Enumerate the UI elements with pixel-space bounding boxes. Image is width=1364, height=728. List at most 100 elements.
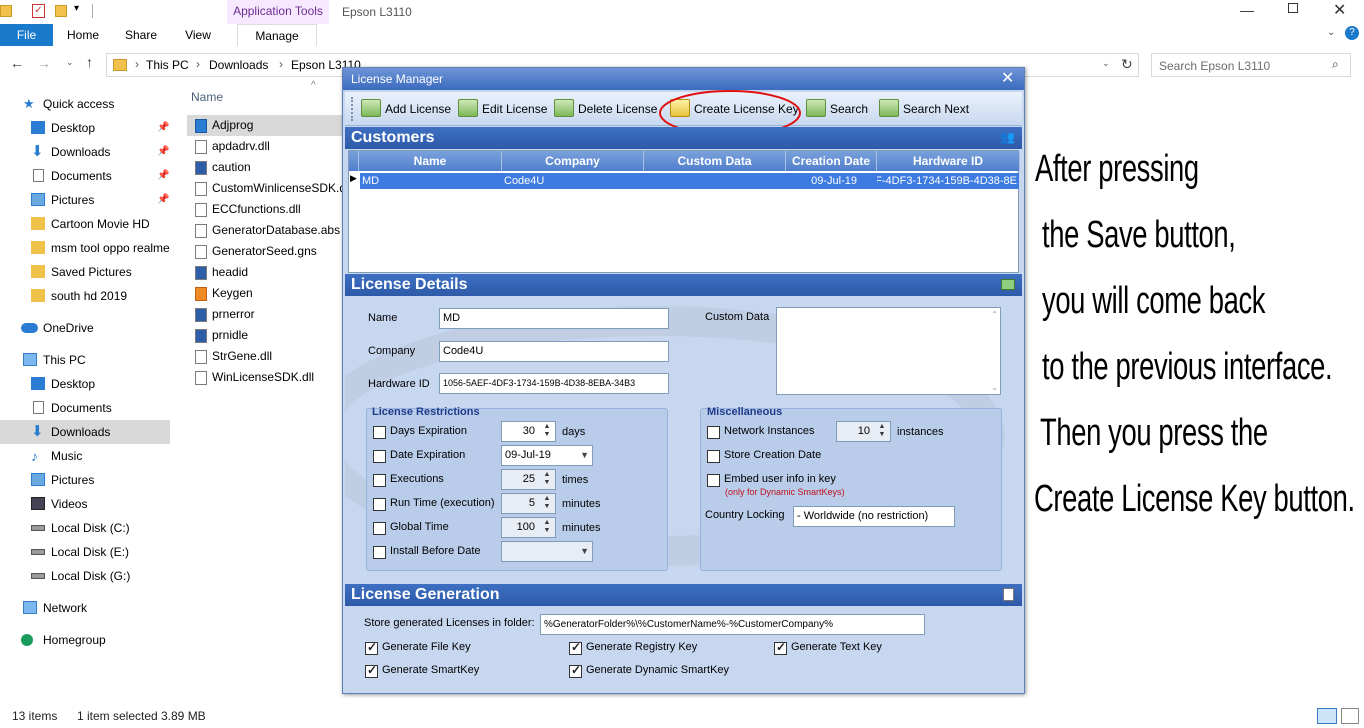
nav-this-pc[interactable]: This PC [0, 348, 170, 372]
spin-arrows-icon[interactable]: ▲ ▼ [541, 423, 553, 440]
col-creation-date[interactable]: Creation Date [786, 151, 877, 171]
cell-hardware-id[interactable]: EF-4DF3-1734-159B-4D38-8E [877, 173, 1019, 189]
nav-onedrive[interactable]: OneDrive [0, 316, 170, 340]
nav-documents[interactable]: Documents 📌 [0, 164, 170, 188]
file-item[interactable]: Adjprog [187, 115, 347, 136]
minimize-button[interactable]: — [1240, 2, 1254, 18]
file-item[interactable]: headid [187, 262, 347, 283]
file-item[interactable]: StrGene.dll [187, 346, 347, 367]
nav-saved-pictures[interactable]: Saved Pictures [0, 260, 170, 284]
search-icon[interactable]: ⌕ [1332, 57, 1339, 72]
days-expiration-spinner[interactable]: 30 ▲ ▼ [501, 421, 556, 442]
cell-company[interactable]: Code4U [502, 173, 644, 189]
file-item[interactable]: GeneratorSeed.gns [187, 241, 347, 262]
tab-home[interactable]: Home [60, 24, 106, 46]
close-icon[interactable]: ✕ [1001, 68, 1014, 90]
generate-text-key-checkbox[interactable] [774, 640, 787, 655]
up-icon[interactable]: ↑ [86, 54, 93, 70]
nav-pc-documents[interactable]: Documents [0, 396, 170, 420]
install-before-checkbox[interactable] [373, 546, 386, 559]
delete-license-button[interactable]: Delete License [554, 98, 657, 120]
file-item[interactable]: WinLicenseSDK.dll [187, 367, 347, 388]
nav-pc-videos[interactable]: Videos [0, 492, 170, 516]
spin-arrows-icon[interactable]: ▲ ▼ [541, 495, 553, 512]
generate-registry-key-checkbox[interactable] [569, 640, 582, 655]
customers-grid[interactable]: Name Company Custom Data Creation Date H… [348, 150, 1020, 273]
company-field[interactable]: Code4U [439, 341, 669, 362]
cell-custom-data[interactable] [644, 173, 786, 189]
expand-ribbon-icon[interactable]: ⌄ [1327, 27, 1335, 38]
executions-checkbox[interactable] [373, 474, 386, 487]
generate-smartkey-checkbox[interactable] [365, 663, 378, 678]
file-item[interactable]: prnerror [187, 304, 347, 325]
file-item[interactable]: GeneratorDatabase.abs [187, 220, 347, 241]
tab-manage[interactable]: Manage [237, 24, 317, 46]
country-locking-field[interactable]: - Worldwide (no restriction) [793, 506, 955, 527]
nav-pc-music[interactable]: ♪ Music [0, 444, 170, 468]
nav-south-hd[interactable]: south hd 2019 [0, 284, 170, 308]
crumb-this-pc[interactable]: This PC [146, 58, 189, 72]
cell-creation-date[interactable]: 09-Jul-19 [786, 173, 877, 189]
nav-pc-downloads[interactable]: ⬇ Downloads [0, 420, 170, 444]
date-expiration-picker[interactable]: 09-Jul-19 ▼ [501, 445, 593, 466]
cell-name[interactable]: MD [360, 173, 502, 189]
generate-file-key-checkbox[interactable] [365, 640, 378, 655]
address-dropdown-icon[interactable]: ⌄ [1102, 58, 1110, 69]
spin-arrows-icon[interactable]: ▲ ▼ [876, 423, 888, 440]
network-instances-spinner[interactable]: 10 ▲ ▼ [836, 421, 891, 442]
nav-homegroup[interactable]: Homegroup [0, 628, 170, 652]
name-field[interactable]: MD [439, 308, 669, 329]
spin-arrows-icon[interactable]: ▲ ▼ [541, 471, 553, 488]
tab-view[interactable]: View [176, 24, 220, 46]
tab-file[interactable]: File [0, 24, 53, 46]
global-time-spinner[interactable]: 100 ▲ ▼ [501, 517, 556, 538]
new-folder-icon[interactable] [55, 5, 67, 17]
network-instances-checkbox[interactable] [707, 426, 720, 439]
global-time-checkbox[interactable] [373, 522, 386, 535]
chevron-down-icon[interactable]: ▼ [580, 542, 589, 561]
maximize-button[interactable] [1288, 3, 1298, 13]
forward-icon[interactable]: → [37, 55, 51, 71]
search-box[interactable]: Search Epson L3110 ⌕ [1151, 53, 1351, 77]
add-license-button[interactable]: Add License [361, 98, 451, 120]
search-next-button[interactable]: Search Next [879, 98, 973, 120]
tab-share[interactable]: Share [118, 24, 164, 46]
store-folder-field[interactable]: %GeneratorFolder%\%CustomerName%-%Custom… [540, 614, 925, 635]
col-custom-data[interactable]: Custom Data [644, 151, 786, 171]
file-item[interactable]: ECCfunctions.dll [187, 199, 347, 220]
nav-pc-pictures[interactable]: Pictures [0, 468, 170, 492]
generate-dynamic-smartkey-checkbox[interactable] [569, 663, 582, 678]
nav-quick-access[interactable]: ★ Quick access [0, 92, 170, 116]
store-creation-date-checkbox[interactable] [707, 450, 720, 463]
recent-locations-icon[interactable]: ⌄ [66, 57, 74, 68]
date-expiration-checkbox[interactable] [373, 450, 386, 463]
nav-desktop[interactable]: Desktop 📌 [0, 116, 170, 140]
hardware-id-field[interactable]: 1056-5AEF-4DF3-1734-159B-4D38-8EBA-34B3 [439, 373, 669, 394]
search-input[interactable]: Search Epson L3110 [1159, 59, 1270, 73]
install-before-picker[interactable]: ▼ [501, 541, 593, 562]
file-item[interactable]: prnidle [187, 325, 347, 346]
close-button[interactable]: ✕ [1333, 0, 1346, 20]
scroll-up-icon[interactable]: ⌃ [991, 310, 998, 319]
customize-qat-icon[interactable]: ▾ [74, 3, 79, 14]
run-time-checkbox[interactable] [373, 498, 386, 511]
nav-downloads[interactable]: ⬇ Downloads 📌 [0, 140, 170, 164]
crumb-downloads[interactable]: Downloads [209, 58, 268, 72]
executions-spinner[interactable]: 25 ▲ ▼ [501, 469, 556, 490]
nav-disk-c[interactable]: Local Disk (C:) [0, 516, 170, 540]
scroll-down-icon[interactable]: ⌄ [991, 383, 998, 392]
edit-license-button[interactable]: Edit License [458, 98, 548, 120]
col-hardware-id[interactable]: Hardware ID [877, 151, 1020, 171]
nav-disk-e[interactable]: Local Disk (E:) [0, 540, 170, 564]
help-icon[interactable]: ? [1345, 26, 1359, 40]
back-icon[interactable]: ← [10, 55, 24, 71]
file-item[interactable]: Keygen [187, 283, 347, 304]
nav-msm[interactable]: msm tool oppo realme [0, 236, 170, 260]
run-time-spinner[interactable]: 5 ▲ ▼ [501, 493, 556, 514]
file-item[interactable]: caution [187, 157, 347, 178]
nav-disk-g[interactable]: Local Disk (G:) [0, 564, 170, 588]
details-view-icon[interactable] [1317, 708, 1337, 724]
column-header-name[interactable]: Name [191, 90, 223, 104]
spin-arrows-icon[interactable]: ▲ ▼ [541, 519, 553, 536]
tiles-view-icon[interactable] [1341, 708, 1359, 724]
